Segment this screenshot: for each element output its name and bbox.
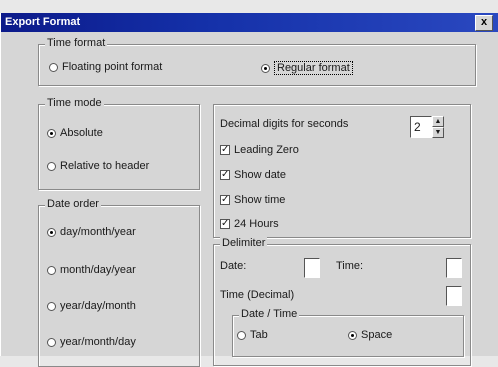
relative-to-header-label: Relative to header (60, 160, 150, 172)
date-delimiter-label: Date: (220, 260, 247, 272)
spin-down-arrow-icon[interactable]: ▼ (432, 127, 444, 138)
month-day-year-label: month/day/year (60, 264, 136, 276)
date-time-group: Date / Time Tab Space (232, 308, 464, 357)
date-delimiter-input[interactable] (304, 258, 320, 278)
time-format-legend: Time format (45, 37, 108, 49)
floating-point-label: Floating point format (62, 61, 163, 73)
year-day-month-radio[interactable]: year/day/month (47, 300, 136, 312)
window-title: Export Format (5, 16, 81, 28)
radio-indicator (47, 265, 56, 275)
leading-zero-label: Leading Zero (234, 144, 299, 156)
radio-indicator (47, 301, 56, 311)
tab-radio[interactable]: Tab (237, 329, 268, 341)
floating-point-radio[interactable]: Floating point format (49, 61, 162, 73)
regular-format-label: Regular format (274, 61, 353, 75)
decimal-digits-input[interactable]: 2 (410, 116, 432, 138)
radio-indicator-selected (47, 227, 56, 237)
radio-indicator-selected (348, 330, 357, 340)
day-month-year-radio[interactable]: day/month/year (47, 226, 136, 238)
show-time-checkbox[interactable]: ✓ Show time (220, 194, 285, 206)
export-format-dialog: Export Format x Time format Floating poi… (0, 13, 498, 367)
title-bar[interactable]: Export Format x (1, 13, 498, 32)
date-order-group: Date order day/month/year month/day/year… (38, 198, 200, 367)
absolute-label: Absolute (60, 127, 103, 139)
show-date-label: Show date (234, 169, 286, 181)
checkmark-icon: ✓ (220, 194, 230, 205)
checkmark-icon: ✓ (220, 144, 230, 155)
show-time-label: Show time (234, 194, 286, 206)
time-delimiter-input[interactable] (446, 258, 462, 278)
year-month-day-radio[interactable]: year/month/day (47, 336, 136, 348)
date-time-legend: Date / Time (239, 308, 300, 320)
time-delimiter-label: Time: (336, 260, 364, 272)
space-radio[interactable]: Space (348, 329, 392, 341)
checkmark-icon: ✓ (220, 169, 230, 180)
time-format-group: Time format Floating point format Regula… (38, 37, 476, 86)
regular-format-radio[interactable]: Regular format (261, 61, 353, 75)
delimiter-group: Delimiter Date: Time: Time (Decimal) Dat… (213, 237, 471, 366)
display-options-group: Decimal digits for seconds 2 ▲ ▼ ✓ Leadi… (213, 104, 471, 238)
radio-indicator (49, 62, 58, 72)
leading-zero-checkbox[interactable]: ✓ Leading Zero (220, 144, 299, 156)
time-decimal-label: Time (Decimal) (220, 289, 295, 301)
24-hours-label: 24 Hours (234, 218, 279, 230)
spin-up-arrow-icon[interactable]: ▲ (432, 116, 444, 127)
relative-to-header-radio[interactable]: Relative to header (47, 160, 149, 172)
radio-indicator-selected (47, 128, 56, 138)
close-button[interactable]: x (475, 15, 493, 31)
year-month-day-label: year/month/day (60, 336, 136, 348)
month-day-year-radio[interactable]: month/day/year (47, 264, 136, 276)
decimal-digits-spinner[interactable]: ▲ ▼ (432, 116, 444, 138)
decimal-digits-label: Decimal digits for seconds (220, 118, 349, 130)
radio-indicator-selected (261, 63, 270, 73)
show-date-checkbox[interactable]: ✓ Show date (220, 169, 286, 181)
radio-indicator (237, 330, 246, 340)
time-mode-legend: Time mode (45, 97, 104, 109)
radio-indicator (47, 161, 56, 171)
delimiter-legend: Delimiter (220, 237, 268, 249)
time-mode-group: Time mode Absolute Relative to header (38, 97, 200, 190)
tab-label: Tab (250, 329, 268, 341)
date-order-legend: Date order (45, 198, 101, 210)
year-day-month-label: year/day/month (60, 300, 136, 312)
space-label: Space (361, 329, 393, 341)
radio-indicator (47, 337, 56, 347)
time-decimal-input[interactable] (446, 286, 462, 306)
absolute-radio[interactable]: Absolute (47, 127, 103, 139)
checkmark-icon: ✓ (220, 218, 230, 229)
day-month-year-label: day/month/year (60, 226, 136, 238)
24-hours-checkbox[interactable]: ✓ 24 Hours (220, 218, 279, 230)
